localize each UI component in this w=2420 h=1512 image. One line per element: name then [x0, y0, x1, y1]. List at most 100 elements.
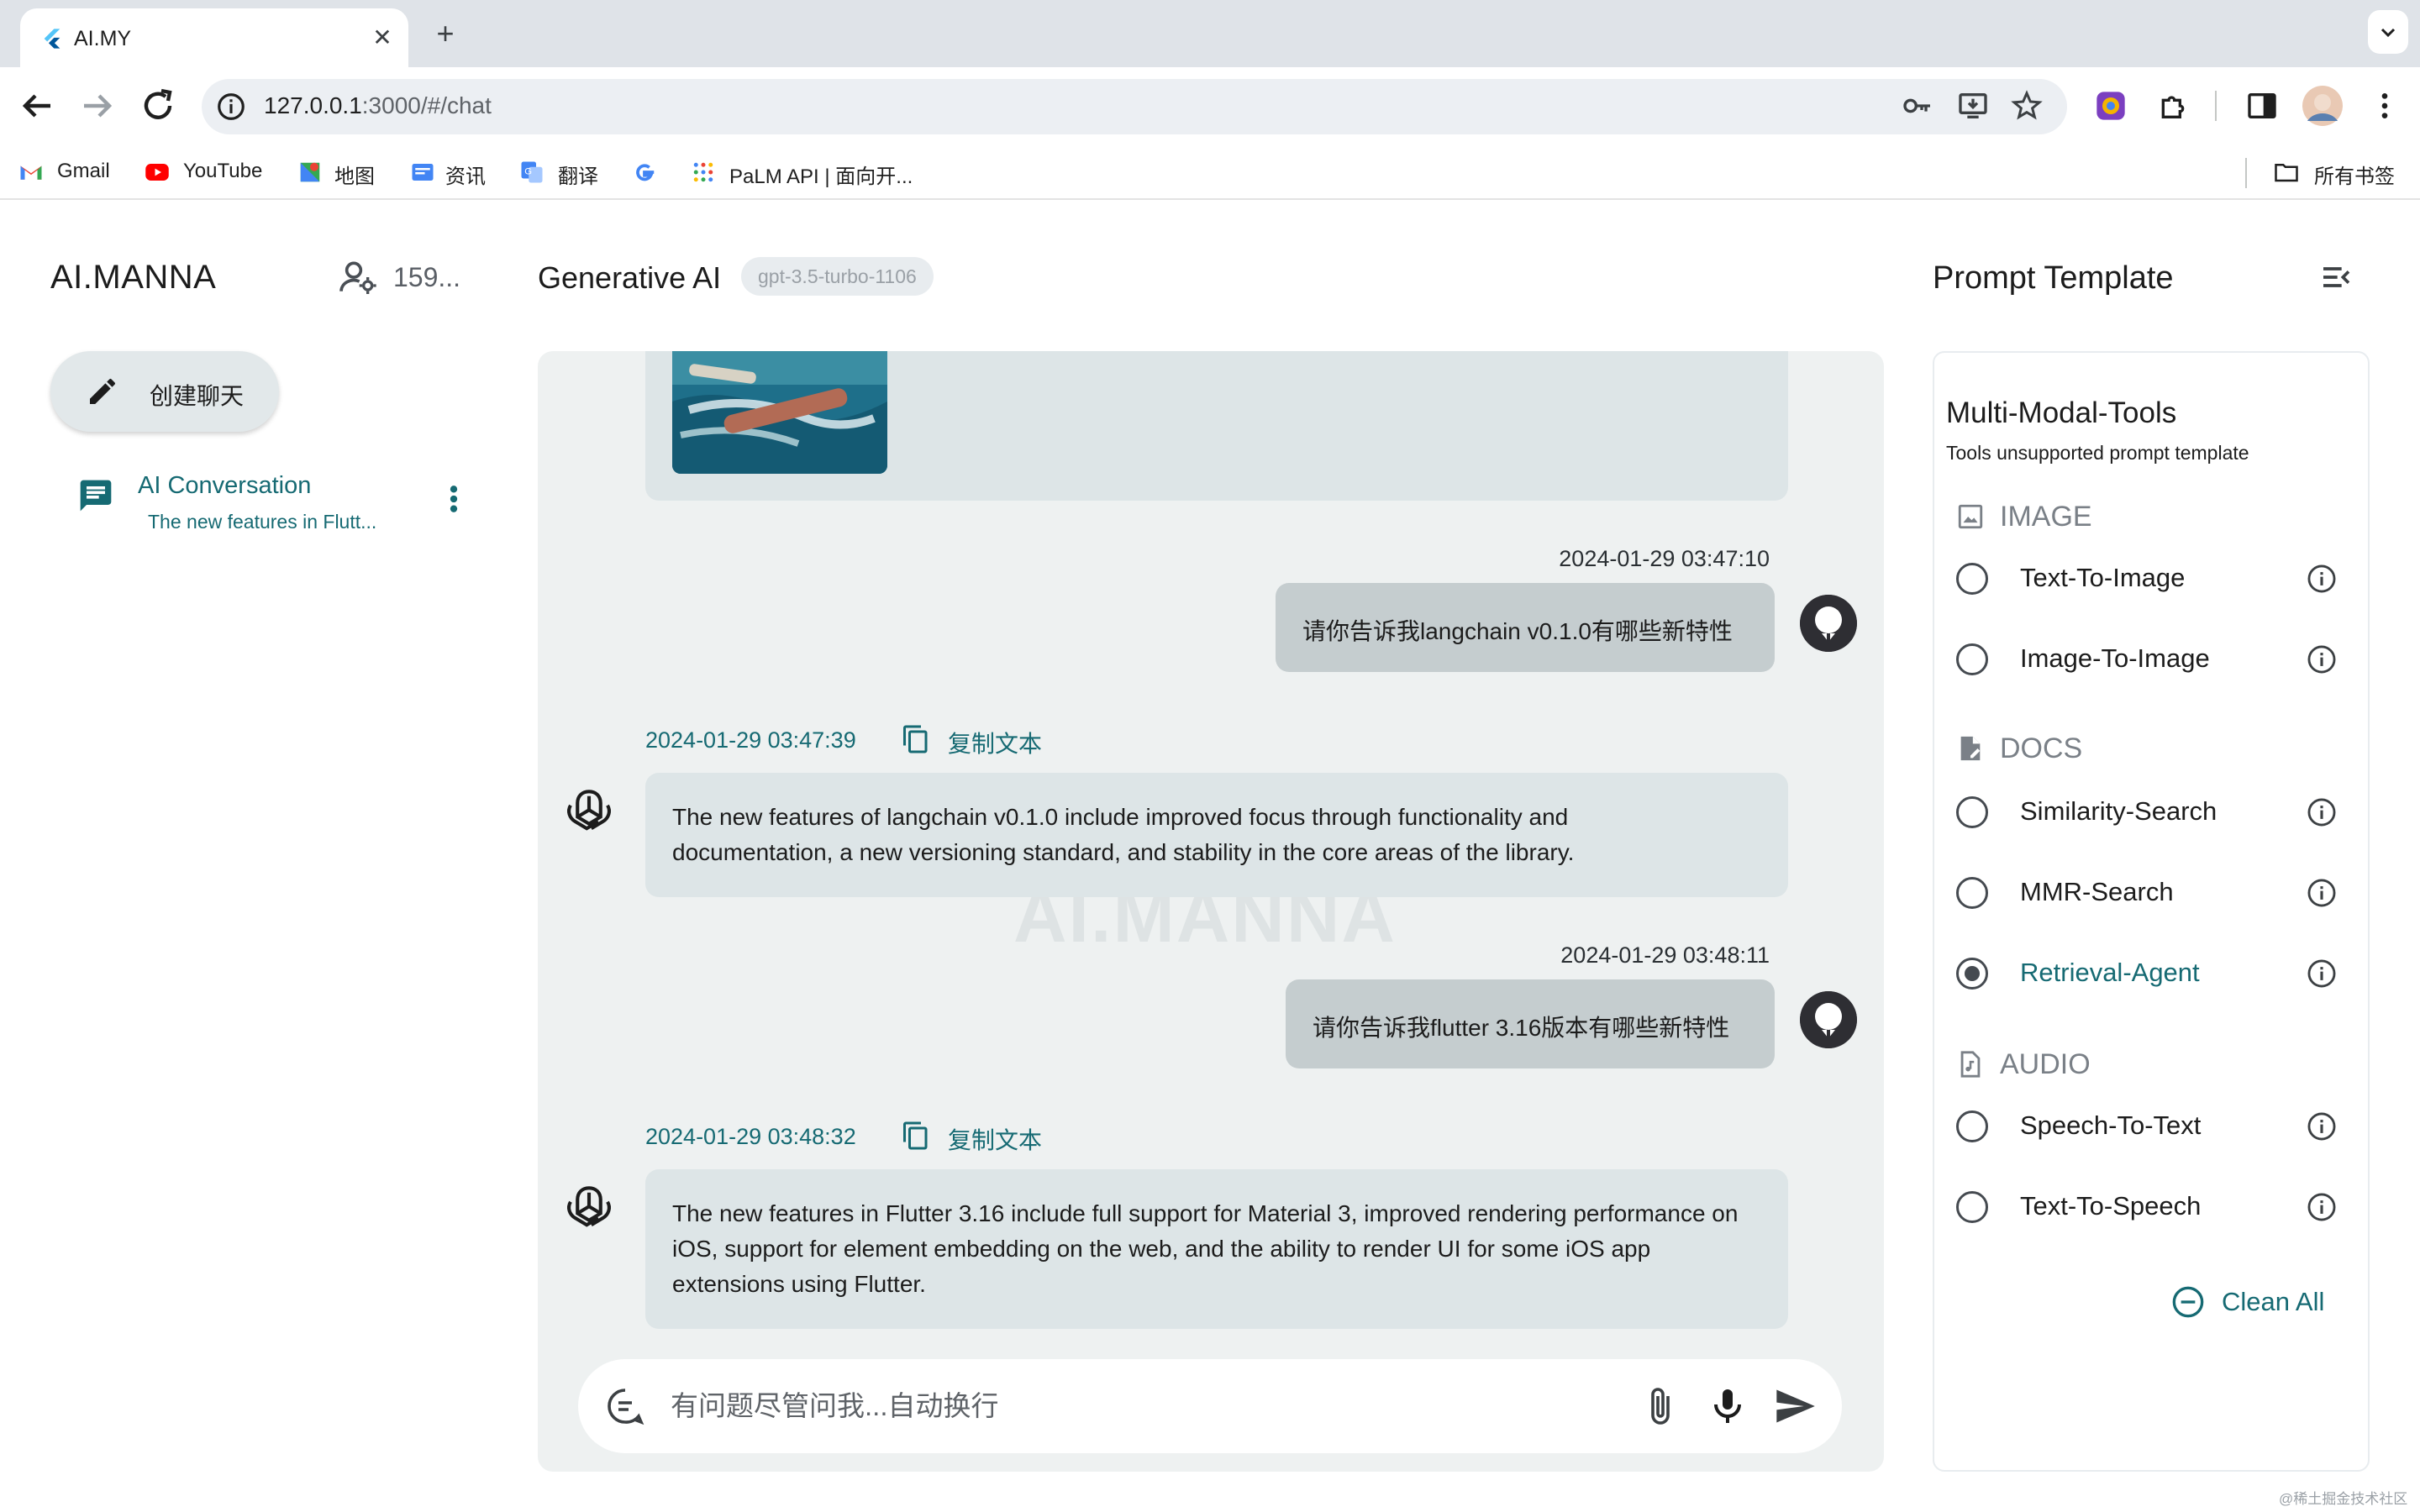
install-app-icon[interactable] [1956, 89, 1990, 123]
info-icon[interactable] [2306, 643, 2338, 675]
browser-tab[interactable]: AI.MY ✕ [20, 8, 408, 69]
remove-circle-icon [2172, 1286, 2204, 1318]
profile-avatar[interactable] [2302, 86, 2343, 126]
message-input[interactable] [671, 1381, 1595, 1431]
translate-icon: G [521, 161, 543, 183]
bookmark-gmail[interactable]: Gmail [57, 160, 110, 183]
radio-speech-to-text[interactable] [1956, 1110, 1988, 1142]
info-icon[interactable] [2306, 1191, 2338, 1223]
radio-text-to-speech[interactable] [1956, 1191, 1988, 1223]
back-arrow-icon[interactable] [17, 86, 57, 126]
attach-icon[interactable] [1640, 1386, 1681, 1426]
radio-image-to-image[interactable] [1956, 643, 1988, 675]
copy-icon[interactable] [901, 724, 931, 754]
image-icon [1958, 504, 1983, 529]
copy-text-button[interactable]: 复制文本 [948, 1122, 1042, 1156]
menu-open-icon[interactable] [2317, 260, 2354, 294]
option-label[interactable]: Image-To-Image [2020, 643, 2210, 674]
option-label-selected[interactable]: Retrieval-Agent [2020, 958, 2200, 988]
url-text[interactable]: 127.0.0.1:3000/#/chat [264, 92, 492, 119]
message-timestamp: 2024-01-29 03:48:32 [645, 1124, 856, 1149]
google-icon[interactable] [632, 160, 657, 185]
card-subtitle: Tools unsupported prompt template [1946, 442, 2249, 464]
bookmark-maps[interactable]: 地图 [334, 160, 375, 189]
radio-similarity-search[interactable] [1956, 796, 1988, 828]
bookmark-translate[interactable]: 翻译 [558, 160, 598, 189]
audio-file-icon [1960, 1051, 1981, 1078]
info-icon[interactable] [2306, 563, 2338, 595]
copy-text-button[interactable]: 复制文本 [948, 726, 1042, 759]
model-chip[interactable]: gpt-3.5-turbo-1106 [741, 257, 934, 296]
radio-mmr-search[interactable] [1956, 877, 1988, 909]
openai-logo-icon [567, 1186, 611, 1227]
chat-bubble-icon [80, 480, 112, 512]
copy-icon[interactable] [901, 1121, 931, 1151]
option-label[interactable]: Speech-To-Text [2020, 1110, 2201, 1141]
option-label[interactable]: MMR-Search [2020, 877, 2174, 907]
tab-title: AI.MY [74, 27, 132, 50]
new-tab-icon[interactable]: + [429, 17, 462, 50]
folder-icon [2275, 164, 2298, 182]
corner-watermark: @稀土掘金技术社区 [2279, 1491, 2408, 1507]
forward-arrow-icon[interactable] [77, 86, 118, 126]
star-icon[interactable] [2010, 89, 2044, 123]
color-extension-icon[interactable] [2094, 89, 2128, 123]
send-icon[interactable] [1773, 1384, 1817, 1428]
more-vert-icon[interactable] [444, 482, 464, 516]
message-image[interactable] [672, 351, 887, 474]
all-bookmarks[interactable]: 所有书签 [2314, 160, 2395, 189]
radio-retrieval-agent[interactable] [1956, 958, 1988, 990]
youtube-icon [145, 164, 169, 181]
chevron-down-icon [2381, 28, 2396, 38]
pencil-icon [90, 378, 115, 404]
gmail-icon [20, 165, 42, 180]
user-settings-icon[interactable] [339, 260, 376, 294]
maps-icon [300, 162, 320, 182]
reload-icon[interactable] [138, 86, 178, 126]
svg-text:G: G [524, 167, 532, 177]
message-timestamp: 2024-01-29 03:48:11 [1560, 942, 1770, 968]
create-chat-button[interactable]: 创建聊天 [50, 351, 279, 432]
section-label-docs: DOCS [2000, 732, 2083, 764]
conversation-title[interactable]: AI Conversation [138, 472, 311, 500]
bookmark-palm-api[interactable]: PaLM API | 面向开... [729, 160, 913, 189]
conversation-subtitle[interactable]: The new features in Flutt... [148, 511, 376, 533]
chat-outline-icon[interactable] [605, 1386, 645, 1426]
message-text: The new features in Flutter 3.16 include… [672, 1200, 1739, 1297]
site-info-icon[interactable] [215, 91, 247, 123]
docs-icon [1960, 736, 1981, 761]
option-label[interactable]: Text-To-Image [2020, 563, 2185, 593]
bookmark-news[interactable]: 资讯 [445, 160, 486, 189]
message-text: 请你告诉我langchain v0.1.0有哪些新特性 [1302, 618, 1733, 644]
chat-title: Generative AI [538, 260, 722, 295]
radio-text-to-image[interactable] [1956, 563, 1988, 595]
message-timestamp: 2024-01-29 03:47:10 [1559, 546, 1770, 571]
user-avatar [1800, 991, 1857, 1048]
info-icon[interactable] [2306, 877, 2338, 909]
extensions-puzzle-icon[interactable] [2156, 89, 2190, 123]
message-input-bar [578, 1359, 1842, 1453]
section-label-audio: AUDIO [2000, 1048, 2091, 1080]
section-label-image: IMAGE [2000, 501, 2092, 533]
toolbar-divider [2215, 91, 2217, 121]
tab-search-button[interactable] [2368, 10, 2408, 54]
microphone-icon[interactable] [1707, 1386, 1748, 1426]
info-icon[interactable] [2306, 1110, 2338, 1142]
user-count[interactable]: 159... [393, 262, 460, 293]
info-icon[interactable] [2306, 958, 2338, 990]
key-icon[interactable] [1901, 89, 1934, 123]
option-label[interactable]: Text-To-Speech [2020, 1191, 2201, 1221]
option-label[interactable]: Similarity-Search [2020, 796, 2217, 827]
message-text: The new features of langchain v0.1.0 inc… [672, 804, 1575, 865]
user-message-bubble: 请你告诉我flutter 3.16版本有哪些新特性 [1286, 979, 1775, 1068]
app-brand: AI.MANNA [50, 259, 217, 296]
message-timestamp: 2024-01-29 03:47:39 [645, 727, 856, 753]
kebab-menu-icon[interactable] [2368, 89, 2402, 123]
bookmark-youtube[interactable]: YouTube [183, 160, 262, 183]
flutter-icon [44, 29, 60, 49]
close-icon[interactable]: ✕ [368, 24, 397, 52]
user-avatar [1800, 595, 1857, 652]
river-image [672, 351, 887, 474]
info-icon[interactable] [2306, 796, 2338, 828]
side-panel-icon[interactable] [2245, 89, 2279, 123]
